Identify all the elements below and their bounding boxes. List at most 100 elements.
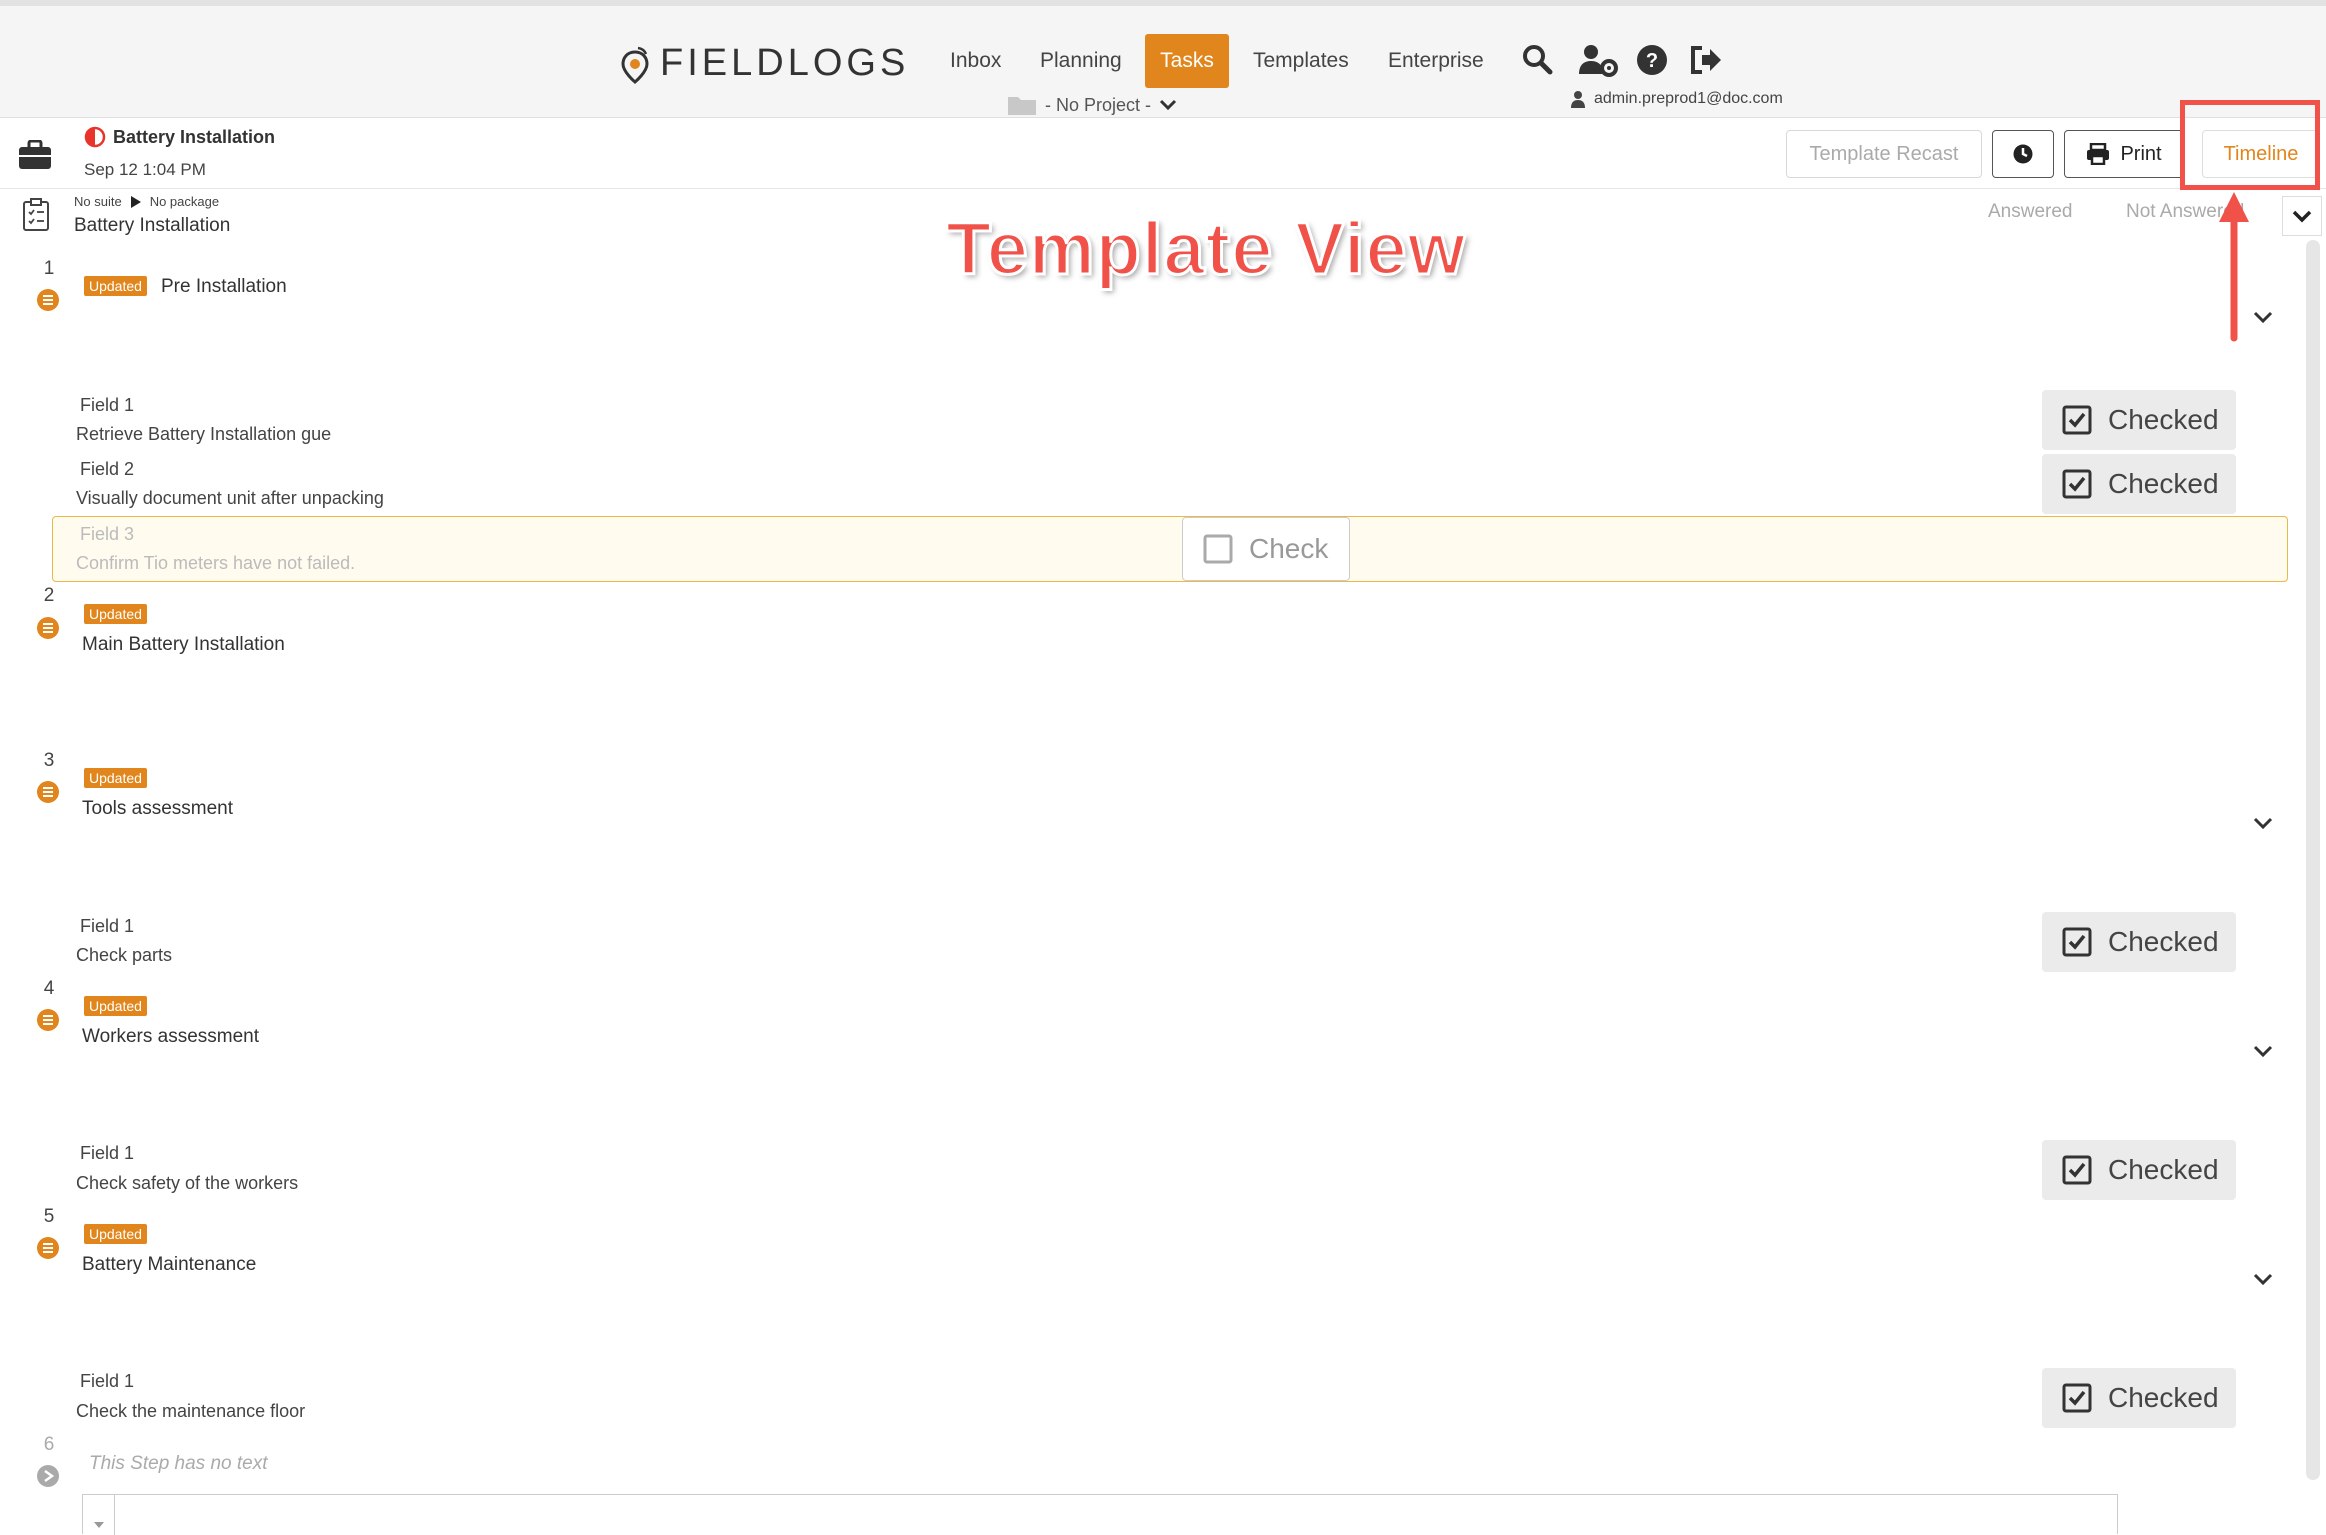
updated-badge: Updated (84, 604, 147, 624)
printer-icon (2087, 143, 2110, 165)
field-label: Field 1 (80, 1371, 135, 1391)
checked-button[interactable]: Checked (2042, 1368, 2236, 1428)
task-name: Battery Installation (74, 215, 231, 236)
checkbox-checked-icon (2062, 1155, 2092, 1185)
step-title-empty: This Step has no text (89, 1453, 268, 1474)
user-email: admin.preprod1@doc.com (1594, 90, 1783, 107)
nav-inbox[interactable]: Inbox (938, 34, 1013, 88)
folder-icon (1008, 97, 1036, 115)
checked-label: Checked (2108, 926, 2219, 957)
step-title: Tools assessment (82, 798, 234, 819)
field-label: Field 2 (80, 459, 135, 479)
chevron-down-icon[interactable] (2248, 808, 2278, 838)
filter-answered[interactable]: Answered (1988, 201, 2073, 223)
checked-label: Checked (2108, 404, 2219, 435)
step-title: Battery Maintenance (82, 1254, 257, 1275)
play-arrow-icon (130, 195, 141, 208)
check-label: Check (1249, 533, 1329, 564)
field-text: Check the maintenance floor (76, 1401, 306, 1421)
field-label: Field 3 (80, 524, 135, 544)
project-selector[interactable]: - No Project - (1007, 94, 1177, 116)
field-text: Check parts (76, 945, 173, 965)
nav-enterprise[interactable]: Enterprise (1376, 34, 1496, 88)
task-title: Battery Installation (113, 127, 276, 147)
caret-down-icon (93, 1522, 104, 1528)
top-navbar: FIELDLOGS Inbox Planning Tasks Templates… (0, 0, 2326, 118)
field-text: Visually document unit after unpacking (76, 488, 384, 508)
step-number: 4 (43, 978, 55, 999)
task-header: Battery Installation Sep 12 1:04 PM Temp… (0, 118, 2326, 189)
list-step-icon (37, 1009, 59, 1031)
list-step-icon (37, 289, 59, 311)
field-label: Field 1 (80, 916, 135, 936)
print-label: Print (2120, 142, 2162, 165)
nav-planning[interactable]: Planning (1028, 34, 1134, 88)
annotation-arrow-up-icon (2219, 192, 2249, 342)
updated-badge: Updated (84, 1224, 147, 1244)
checked-label: Checked (2108, 1382, 2219, 1413)
collapse-all-button[interactable] (2282, 196, 2322, 236)
list-step-icon (37, 781, 59, 803)
svg-text:?: ? (1646, 50, 1658, 72)
field-row-highlighted[interactable] (52, 516, 2288, 582)
step-title: Main Battery Installation (82, 634, 285, 655)
print-button[interactable]: Print (2064, 130, 2184, 178)
updated-badge: Updated (84, 996, 147, 1016)
field-text: Check safety of the workers (76, 1173, 299, 1193)
field-text: Retrieve Battery Installation gue (76, 424, 332, 444)
breadcrumb-suite[interactable]: No suite (74, 194, 122, 209)
breadcrumb-package[interactable]: No package (150, 194, 219, 209)
checkbox-checked-icon (2062, 1383, 2092, 1413)
step-text-input[interactable] (82, 1494, 2118, 1535)
clipboard-checklist-icon (23, 198, 49, 231)
chevron-down-icon[interactable] (2248, 1264, 2278, 1294)
list-step-icon (37, 1237, 59, 1259)
updated-badge: Updated (84, 276, 147, 296)
chevron-down-icon[interactable] (2248, 302, 2278, 332)
briefcase-icon (19, 140, 51, 169)
chevron-down-icon[interactable] (2248, 1036, 2278, 1066)
user-icon (1571, 91, 1585, 108)
chevron-down-icon (2292, 210, 2312, 223)
list-step-icon (37, 617, 59, 639)
step-title: Pre Installation (161, 276, 287, 297)
step-number: 6 (43, 1434, 55, 1455)
template-recast-label: Template Recast (1809, 142, 1959, 165)
checkbox-checked-icon (2062, 469, 2092, 499)
clock-icon (2013, 144, 2033, 164)
checked-button[interactable]: Checked (2042, 912, 2236, 972)
step-number: 5 (43, 1206, 55, 1227)
field-label: Field 1 (80, 1143, 135, 1163)
logo-text: FIELDLOGS (660, 42, 910, 84)
step-title: Workers assessment (82, 1026, 260, 1047)
search-icon[interactable] (1520, 42, 1556, 78)
scrollbar-thumb[interactable] (2306, 240, 2320, 1480)
project-label: - No Project - (1045, 94, 1152, 115)
user-settings-icon[interactable] (1577, 42, 1619, 78)
history-button[interactable] (1992, 130, 2054, 178)
status-half-icon (84, 126, 106, 148)
checkbox-checked-icon (2062, 927, 2092, 957)
step-number: 2 (43, 585, 55, 606)
step-number: 3 (43, 750, 55, 771)
field-text: Confirm Tio meters have not failed. (76, 553, 356, 573)
updated-badge: Updated (84, 768, 147, 788)
task-date: Sep 12 1:04 PM (84, 160, 206, 179)
checked-label: Checked (2108, 1154, 2219, 1185)
logo[interactable]: FIELDLOGS (620, 42, 909, 85)
logout-icon[interactable] (1688, 42, 1724, 78)
check-button[interactable]: Check (1182, 517, 1350, 581)
step-number: 1 (43, 258, 55, 279)
step-arrow-icon (37, 1465, 59, 1487)
checked-button[interactable]: Checked (2042, 390, 2236, 450)
checked-button[interactable]: Checked (2042, 454, 2236, 514)
nav-tasks[interactable]: Tasks (1145, 34, 1229, 88)
nav-templates[interactable]: Templates (1241, 34, 1361, 88)
field-label: Field 1 (80, 395, 135, 415)
help-icon[interactable]: ? (1634, 42, 1670, 78)
checkbox-empty-icon (1203, 534, 1233, 564)
template-recast-button[interactable]: Template Recast (1786, 130, 1982, 178)
input-dropdown-toggle[interactable] (83, 1495, 115, 1535)
location-pin-icon (621, 46, 649, 84)
checked-button[interactable]: Checked (2042, 1140, 2236, 1200)
